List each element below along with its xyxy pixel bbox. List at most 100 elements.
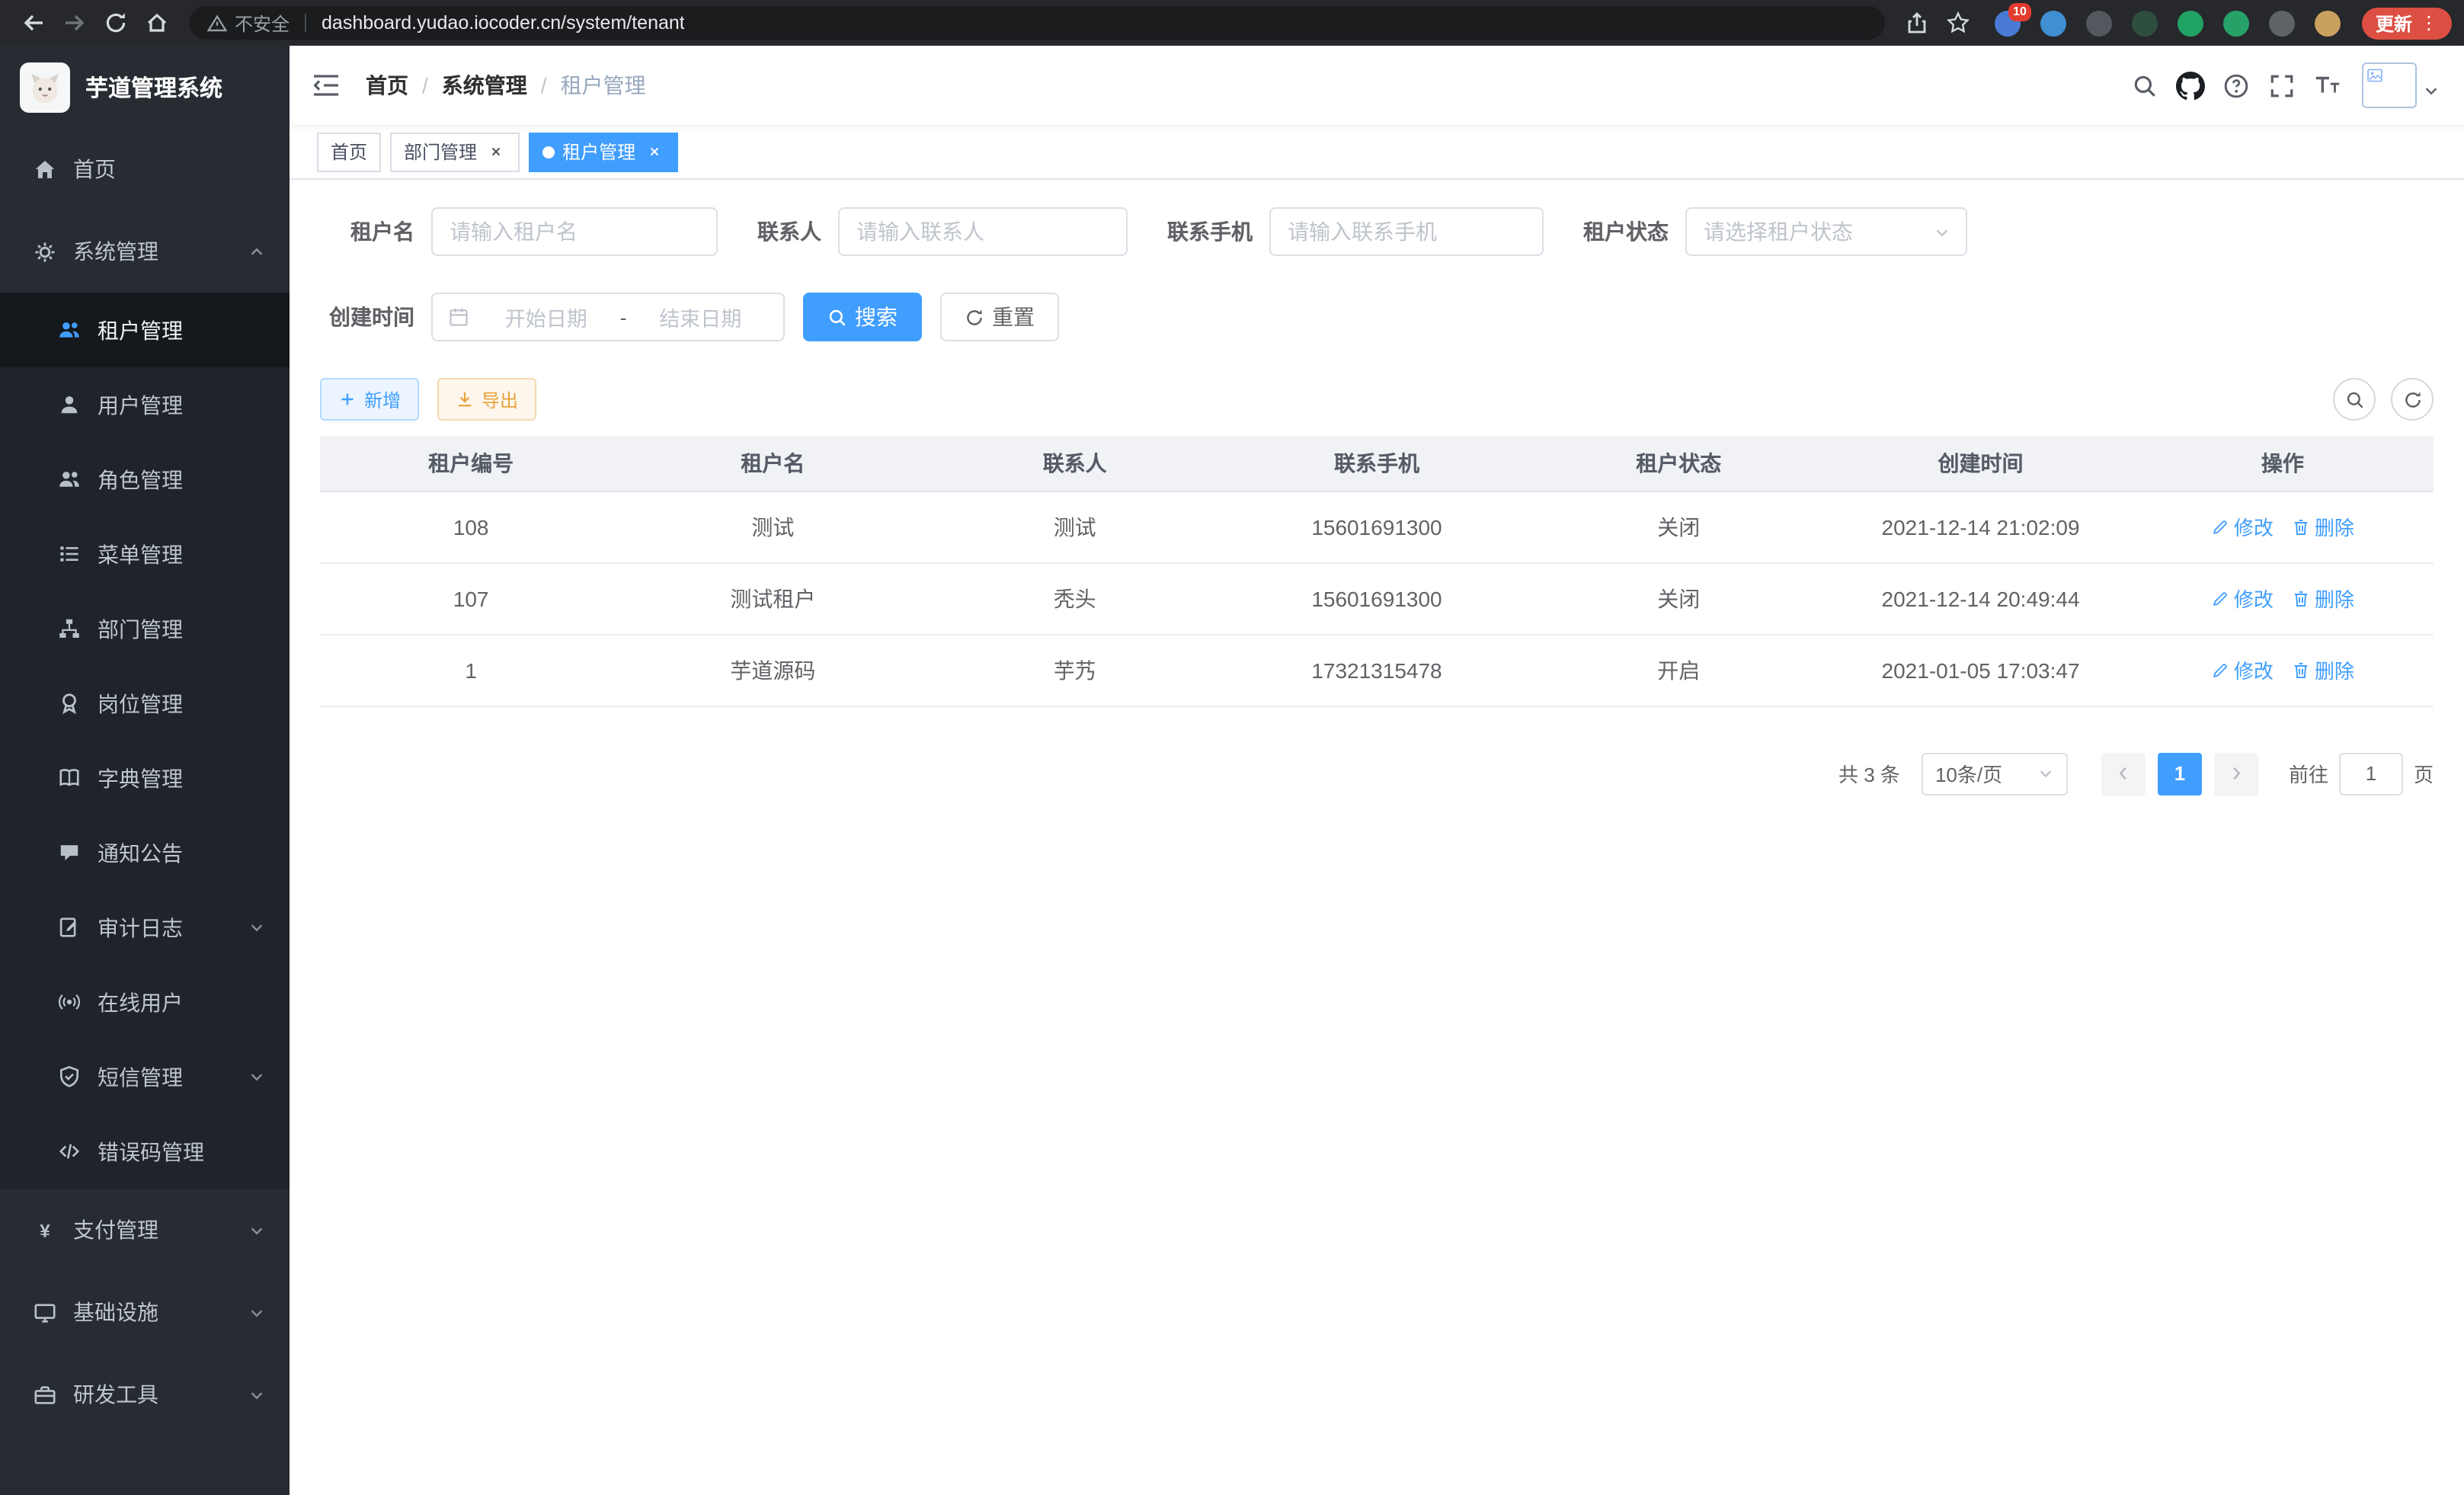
tab-home[interactable]: 首页 <box>317 132 381 171</box>
prev-page-button[interactable] <box>2101 752 2146 795</box>
delete-link[interactable]: 删除 <box>2292 584 2354 613</box>
page-1-button[interactable]: 1 <box>2158 752 2202 795</box>
sidebar-item-dict[interactable]: 字典管理 <box>0 741 290 815</box>
top-navbar: 首页 / 系统管理 / 租户管理 <box>290 46 2464 125</box>
sidebar-item-dept[interactable]: 部门管理 <box>0 591 290 666</box>
tab-close-icon[interactable] <box>643 141 664 162</box>
breadcrumb-system[interactable]: 系统管理 <box>442 70 527 101</box>
edit-link[interactable]: 修改 <box>2211 655 2274 684</box>
cell-actions: 修改删除 <box>2132 634 2434 706</box>
sidebar-item-errorcode[interactable]: 错误码管理 <box>0 1114 290 1189</box>
date-range-picker[interactable]: 开始日期 - 结束日期 <box>431 293 785 341</box>
phone-field: 联系手机 <box>1167 207 1544 256</box>
goto-page-input[interactable] <box>2339 752 2403 795</box>
sidebar-item-post[interactable]: 岗位管理 <box>0 666 290 741</box>
help-icon[interactable] <box>2213 62 2258 108</box>
sidebar-item-menu[interactable]: 菜单管理 <box>0 517 290 591</box>
trash-icon <box>2292 589 2310 607</box>
table-row: 1芋道源码芋艿17321315478开启2021-01-05 17:03:47修… <box>320 634 2434 706</box>
tenant-status-select[interactable]: 请选择租户状态 <box>1685 207 1967 256</box>
update-button[interactable]: 更新 ⋮ <box>2362 7 2452 39</box>
goto-label: 前往 <box>2289 759 2328 788</box>
sidebar-item-user[interactable]: 用户管理 <box>0 367 290 442</box>
app-logo-row[interactable]: 芋道管理系统 <box>0 46 290 128</box>
extension-icon[interactable] <box>2086 10 2112 36</box>
fullscreen-icon[interactable] <box>2258 62 2304 108</box>
page-content: 租户名 联系人 联系手机 租户状态 请选择租户状态 <box>290 180 2464 1495</box>
extension-icon[interactable] <box>2178 10 2203 36</box>
extension-icon[interactable]: 10 <box>1995 10 2021 36</box>
refresh-table-button[interactable] <box>2391 378 2434 421</box>
cell-created: 2021-01-05 17:03:47 <box>1829 634 2131 706</box>
tab-dept[interactable]: 部门管理 <box>390 132 520 171</box>
edit-link[interactable]: 修改 <box>2211 512 2274 541</box>
column-header: 创建时间 <box>1829 436 2131 491</box>
plus-icon <box>338 390 357 408</box>
github-icon[interactable] <box>2167 62 2213 108</box>
tab-tenant[interactable]: 租户管理 <box>529 132 678 171</box>
sidebar-item-audit[interactable]: 审计日志 <box>0 890 290 965</box>
cell-status: 开启 <box>1528 634 1829 706</box>
breadcrumb-separator: / <box>422 73 428 98</box>
bookmark-star-button[interactable] <box>1938 2 1979 43</box>
fontsize-icon[interactable] <box>2304 62 2350 108</box>
sidebar-item-home[interactable]: 首页 <box>0 128 290 210</box>
column-header: 租户状态 <box>1528 436 1829 491</box>
home-button[interactable] <box>136 2 177 43</box>
page-size-select[interactable]: 10条/页 <box>1922 752 2068 795</box>
share-button[interactable] <box>1897 2 1938 43</box>
forward-button[interactable] <box>53 2 94 43</box>
extension-icon[interactable] <box>2269 10 2295 36</box>
tenant-name-field: 租户名 <box>320 207 718 256</box>
delete-link[interactable]: 删除 <box>2292 655 2354 684</box>
avatar[interactable] <box>2362 62 2417 108</box>
reset-button[interactable]: 重置 <box>940 293 1059 341</box>
table-toolbar: 新增 导出 <box>320 378 2434 421</box>
sidebar-item-label: 系统管理 <box>73 236 158 267</box>
cell-status: 关闭 <box>1528 562 1829 634</box>
reset-button-label: 重置 <box>992 302 1035 332</box>
book-icon <box>58 767 81 789</box>
code-icon <box>58 1140 81 1163</box>
delete-link[interactable]: 删除 <box>2292 512 2354 541</box>
extension-icon[interactable] <box>2040 10 2066 36</box>
cell-phone: 17321315478 <box>1226 634 1528 706</box>
cell-id: 1 <box>320 634 622 706</box>
sidebar-item-notice[interactable]: 通知公告 <box>0 815 290 890</box>
search-button[interactable]: 搜索 <box>803 293 922 341</box>
sidebar-item-infra[interactable]: 基础设施 <box>0 1271 290 1353</box>
pagination: 共 3 条 10条/页 1 前往 页 <box>320 752 2434 795</box>
create-time-field: 创建时间 开始日期 - 结束日期 <box>320 293 785 341</box>
contact-input[interactable] <box>838 207 1128 256</box>
sidebar-item-role[interactable]: 角色管理 <box>0 442 290 517</box>
phone-label: 联系手机 <box>1167 216 1253 247</box>
users-icon <box>58 319 81 341</box>
edit-link[interactable]: 修改 <box>2211 584 2274 613</box>
cell-actions: 修改删除 <box>2132 491 2434 562</box>
tenant-status-label: 租户状态 <box>1583 216 1669 247</box>
sidebar-item-pay[interactable]: ¥支付管理 <box>0 1189 290 1271</box>
sidebar-item-sms[interactable]: 短信管理 <box>0 1039 290 1114</box>
toggle-search-button[interactable] <box>2333 378 2376 421</box>
sidebar-toggle-icon[interactable] <box>311 70 341 101</box>
tenant-name-input[interactable] <box>431 207 718 256</box>
sidebar-item-online[interactable]: 在线用户 <box>0 965 290 1039</box>
add-button[interactable]: 新增 <box>320 378 419 421</box>
cell-created: 2021-12-14 21:02:09 <box>1829 491 2131 562</box>
extension-icon[interactable] <box>2223 10 2249 36</box>
sidebar-item-devtools[interactable]: 研发工具 <box>0 1353 290 1436</box>
back-button[interactable] <box>12 2 53 43</box>
phone-input[interactable] <box>1269 207 1544 256</box>
reload-button[interactable] <box>94 2 136 43</box>
export-button[interactable]: 导出 <box>437 378 536 421</box>
breadcrumb-home[interactable]: 首页 <box>366 70 408 101</box>
tab-close-icon[interactable] <box>485 141 506 162</box>
extension-icon[interactable] <box>2315 10 2341 36</box>
address-bar[interactable]: 不安全 dashboard.yudao.iocoder.cn/system/te… <box>189 6 1885 40</box>
extension-icon[interactable] <box>2132 10 2158 36</box>
caret-down-icon[interactable] <box>2423 82 2440 99</box>
sidebar-item-tenant[interactable]: 租户管理 <box>0 293 290 367</box>
sidebar-item-system[interactable]: 系统管理 <box>0 210 290 293</box>
next-page-button[interactable] <box>2214 752 2258 795</box>
search-icon[interactable] <box>2121 62 2167 108</box>
